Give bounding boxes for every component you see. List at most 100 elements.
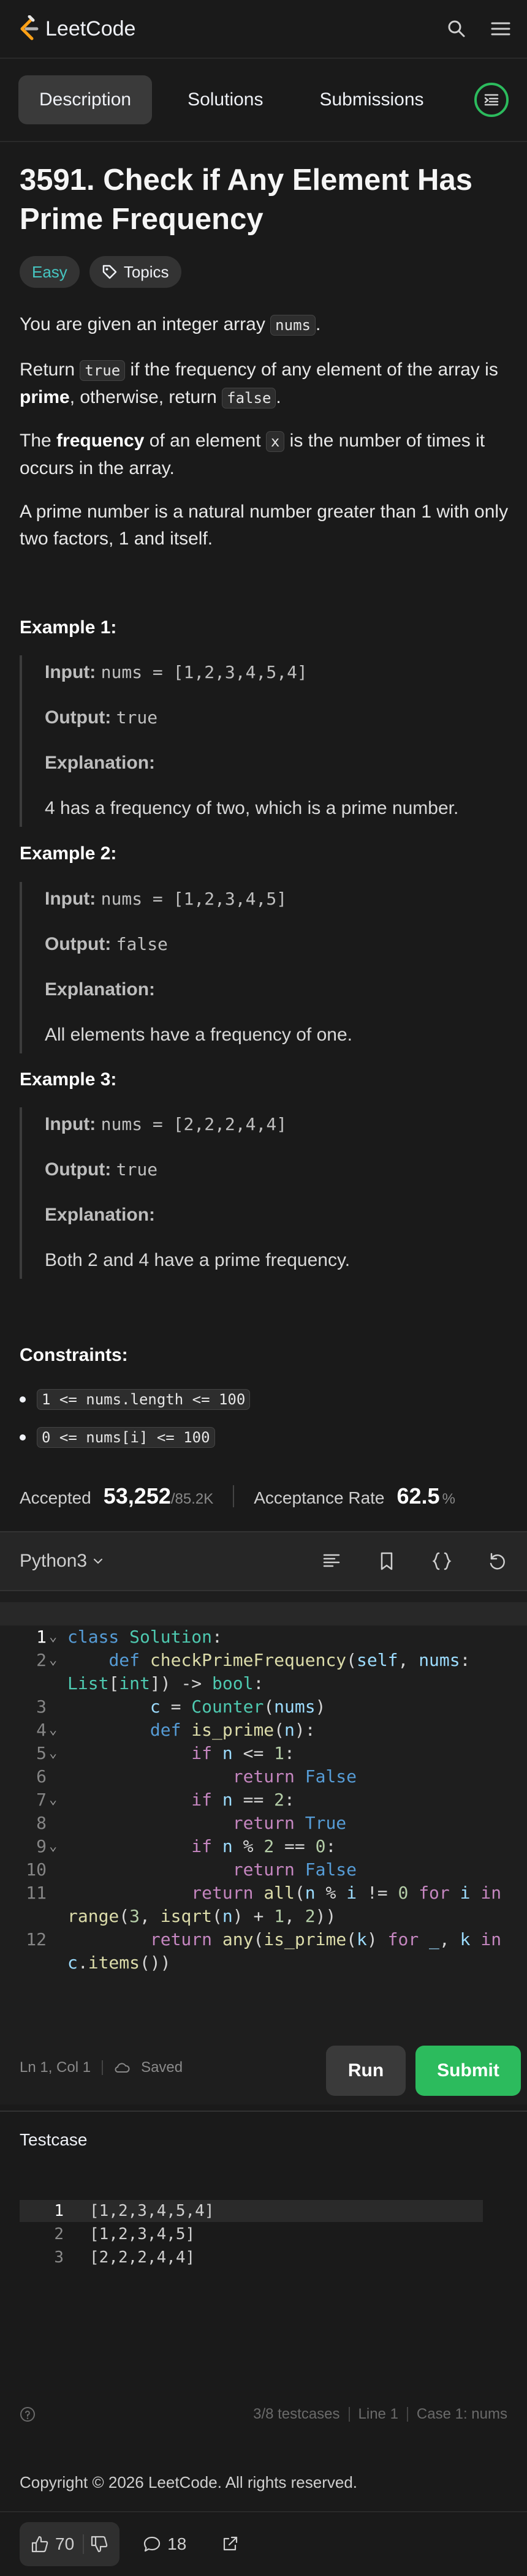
bottom-action-bar: 70 18	[0, 2511, 527, 2576]
output-value: true	[116, 1159, 158, 1180]
code-line: c.items())	[0, 1928, 527, 1973]
tab-solutions[interactable]: Solutions	[167, 75, 284, 124]
constraint-code: 1 <= nums.length <= 100	[37, 1389, 251, 1410]
intro-text-end: .	[315, 314, 321, 334]
stats-divider	[233, 1485, 235, 1507]
accepted-total: /85.2K	[170, 1491, 214, 1507]
code-line: List[int]) -> bool:	[0, 1649, 527, 1693]
divider	[406, 2407, 408, 2422]
input-value: nums = [2,2,2,4,4]	[100, 1114, 287, 1134]
leetcode-logo-icon	[20, 15, 39, 40]
tab-submissions[interactable]: Submissions	[298, 75, 444, 124]
logo-text: LeetCode	[45, 17, 136, 40]
rate-value: 62.5	[396, 1483, 440, 1508]
testcase-value: [1,2,3,4,5,4]	[89, 2202, 214, 2220]
example-block: Input: nums = [1,2,3,4,5] Output: false …	[20, 882, 510, 1053]
code-line: 10 return False	[0, 1835, 527, 1880]
inline-code: nums	[270, 315, 316, 336]
testcase-value: [1,2,3,4,5]	[89, 2225, 195, 2243]
output-value: false	[116, 934, 168, 954]
format-icon[interactable]	[321, 1551, 342, 1572]
code-line: 7 ⌄ if n == 2:	[0, 1765, 527, 1810]
code-line: 4 ⌄ def is_prime(n):	[0, 1695, 527, 1740]
language-select[interactable]: Python3	[20, 1551, 104, 1572]
bullet-dot	[20, 1434, 26, 1441]
constraint-item: 1 <= nums.length <= 100	[20, 1389, 251, 1410]
return-paragraph: Return true if the frequency of any elem…	[20, 356, 510, 412]
run-button[interactable]: Run	[326, 2046, 406, 2096]
like-button[interactable]: 70	[31, 2534, 85, 2554]
save-status: Saved	[141, 2059, 183, 2076]
example-input: Input: nums = [2,2,2,4,4]	[45, 1112, 287, 1137]
example-output: Output: true	[45, 706, 157, 730]
freq-text: The	[20, 431, 57, 451]
code-line: 11 return all(n % i != 0 for i in	[0, 1858, 527, 1903]
example-explanation: All elements have a frequency of one.	[45, 1025, 352, 1045]
example-block: Input: nums = [1,2,3,4,5,4] Output: true…	[20, 655, 510, 827]
language-label: Python3	[20, 1551, 88, 1571]
code-line: 8 return True	[0, 1788, 527, 1833]
code-line: range(3, isqrt(n) + 1, 2))	[0, 1881, 527, 1926]
tag-icon	[102, 265, 117, 279]
thumbs-up-icon	[31, 2536, 48, 2553]
braces-icon[interactable]	[431, 1551, 452, 1572]
search-icon[interactable]	[446, 18, 467, 39]
constraint-code: 0 <= nums[i] <= 100	[37, 1427, 215, 1448]
freq-text: of an element	[144, 431, 266, 451]
comments-button[interactable]: 18	[132, 2522, 197, 2566]
inline-code: true	[80, 360, 126, 381]
example-title: Example 2:	[20, 843, 117, 864]
prime-definition: A prime number is a natural number great…	[20, 502, 509, 549]
rate-unit: %	[442, 1491, 455, 1507]
like-count: 70	[55, 2534, 75, 2553]
code-line: 2 ⌄ def checkPrimeFrequency(self, nums:	[0, 1625, 527, 1670]
tab-description[interactable]: Description	[18, 75, 153, 124]
reset-icon[interactable]	[487, 1551, 507, 1572]
example-explanation: Both 2 and 4 have a prime frequency.	[45, 1250, 351, 1270]
testcase-title: Testcase	[20, 2130, 88, 2149]
code-editor[interactable]: 1 ⌄ class Solution: 2 ⌄ def checkPrimeFrequ…	[0, 1590, 527, 2031]
problem-tabs: Description Solutions Submissions	[0, 59, 527, 142]
leetcode-logo[interactable]: LeetCode	[16, 15, 135, 42]
code-line: 3 c = Counter(nums)	[0, 1672, 527, 1717]
testcase-row[interactable]: 3 [2,2,2,4,4]	[20, 2246, 483, 2269]
input-label: Input:	[45, 1114, 96, 1134]
example-explanation: 4 has a frequency of two, which is a pri…	[45, 798, 459, 818]
input-label: Input:	[45, 889, 96, 909]
input-value: nums = [1,2,3,4,5,4]	[100, 662, 308, 682]
comment-count: 18	[167, 2534, 187, 2553]
constraint-item: 0 <= nums[i] <= 100	[20, 1427, 215, 1448]
panel-toggle-icon[interactable]	[474, 83, 509, 117]
rate-label: Acceptance Rate	[254, 1488, 385, 1507]
testcase-row[interactable]: 2 [1,2,3,4,5]	[20, 2223, 483, 2245]
share-button[interactable]	[210, 2522, 250, 2566]
example-explanation-label: Explanation:	[45, 1203, 155, 1227]
cloud-icon	[115, 2063, 130, 2073]
topics-badge[interactable]: Topics	[89, 256, 181, 288]
menu-icon[interactable]	[490, 18, 511, 39]
example-explanation-label: Explanation:	[45, 751, 155, 775]
thumbs-down-icon[interactable]	[90, 2535, 108, 2553]
bookmark-icon[interactable]	[376, 1551, 397, 1572]
intro-paragraph: You are given an integer array nums.	[20, 311, 510, 339]
code-text: c.items())	[67, 1953, 171, 1973]
testcase-panel: Testcase 1 [1,2,3,4,5,4] 2 [1,2,3,4,5] 3 [2…	[0, 2111, 527, 2473]
output-value: true	[116, 707, 158, 728]
cursor-position: Ln 1, Col 1	[20, 2059, 91, 2076]
chevron-down-icon	[94, 1559, 103, 1564]
difficulty-badge: Easy	[20, 256, 80, 288]
testcase-row[interactable]: 1 [1,2,3,4,5,4]	[20, 2200, 483, 2222]
return-text: if the frequency of any element of the a…	[125, 360, 498, 380]
help-icon[interactable]	[20, 2406, 36, 2422]
explanation-label: Explanation:	[45, 979, 156, 1000]
copyright-text: Copyright © 2026 LeetCode. All rights re…	[20, 2473, 358, 2491]
example-title: Example 3:	[20, 1069, 117, 1090]
output-label: Output:	[45, 934, 112, 954]
testcase-value: [2,2,2,4,4]	[89, 2248, 195, 2267]
example-block: Input: nums = [2,2,2,4,4] Output: true E…	[20, 1107, 510, 1279]
bold-term: frequency	[56, 431, 145, 451]
code-line: 12 return any(is_prime(k) for _, k in	[0, 1905, 527, 1949]
example-title: Example 1:	[20, 617, 117, 638]
example-explanation-label: Explanation:	[45, 977, 155, 1002]
submit-button[interactable]: Submit	[415, 2046, 521, 2096]
